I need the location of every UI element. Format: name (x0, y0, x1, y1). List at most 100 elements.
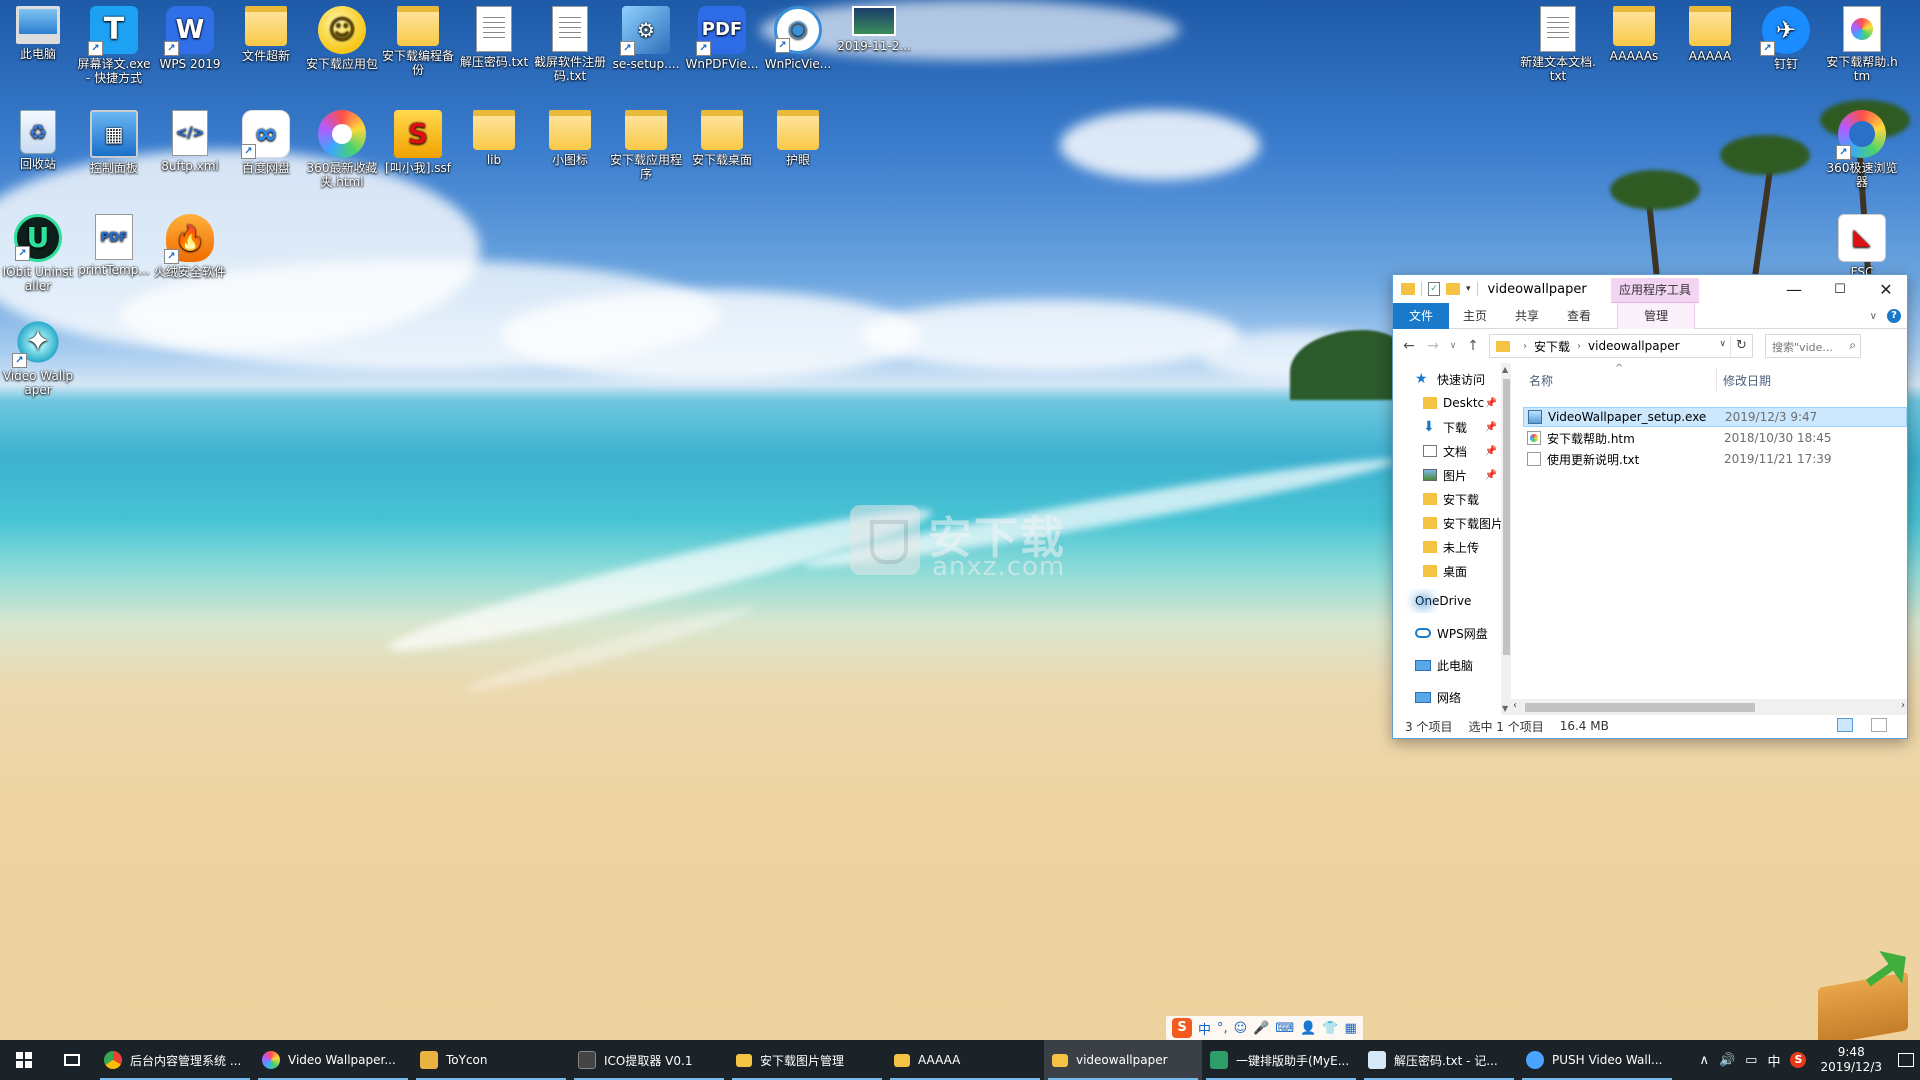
nav-item[interactable]: ⬇ 下载 📌 (1393, 415, 1501, 439)
desktop-icon[interactable]: 安下载帮助.htm (1824, 0, 1900, 83)
desktop-icon[interactable]: PDFWnPDFVie... (684, 0, 760, 71)
desktop-icon[interactable]: 安下载桌面 (684, 104, 760, 167)
desktop-icon[interactable]: 此电脑 (0, 0, 76, 61)
forward-arrow-icon[interactable]: → (1421, 338, 1445, 354)
navigation-pane-scrollbar[interactable]: ▲ ▼ (1501, 363, 1511, 715)
sogou-icon[interactable]: S (1172, 1018, 1192, 1038)
emoji-icon[interactable]: ☺ (1234, 1021, 1248, 1036)
start-button[interactable] (0, 1040, 48, 1080)
tab-view[interactable]: 查看 (1553, 303, 1605, 329)
desktop-icon[interactable]: 🔥火绒安全软件 (152, 208, 228, 279)
keyboard-icon[interactable]: ⌨ (1275, 1021, 1294, 1036)
taskbar-item[interactable]: PUSH Video Wall... (1518, 1040, 1676, 1080)
desktop-icon[interactable]: 2019-11-2... (836, 0, 912, 53)
sogou-tray-icon[interactable]: S (1790, 1052, 1807, 1068)
nav-item[interactable]: WPS网盘 (1393, 621, 1501, 645)
show-hidden-icons-chevron-icon[interactable]: ∧ (1699, 1053, 1709, 1068)
file-row[interactable]: 使用更新说明.txt 2019/11/21 17:39 (1523, 449, 1907, 469)
address-bar[interactable]: › 安下载 › videowallpaper ∨ ↻ (1489, 334, 1753, 358)
desktop-icon[interactable]: ✈钉钉 (1748, 0, 1824, 71)
desktop-icon[interactable]: </> 8uftp.xml (152, 104, 228, 173)
desktop-icon[interactable]: ◉ WnPicVie... (760, 0, 836, 71)
network-icon[interactable]: ▭ (1745, 1053, 1757, 1068)
details-view-button[interactable] (1837, 718, 1853, 732)
action-center-icon[interactable] (1898, 1053, 1914, 1067)
user-icon[interactable]: 👤 (1300, 1021, 1316, 1036)
horizontal-scrollbar[interactable]: ‹ › (1511, 699, 1907, 715)
nav-item[interactable]: 此电脑 (1393, 653, 1501, 677)
desktop-icon[interactable]: 安下载应用程序 (608, 104, 684, 181)
skin-icon[interactable]: 👕 (1322, 1021, 1338, 1036)
nav-item[interactable]: 网络 (1393, 685, 1501, 709)
desktop-icon[interactable]: 小图标 (532, 104, 608, 167)
divider[interactable] (1716, 367, 1717, 391)
chinese-mode-icon[interactable]: 中 (1198, 1019, 1211, 1038)
taskbar-item[interactable]: 安下载图片管理 (728, 1040, 886, 1080)
file-row[interactable]: 安下载帮助.htm 2018/10/30 18:45 (1523, 428, 1907, 448)
minimize-button[interactable]: — (1771, 275, 1817, 303)
taskbar-item[interactable]: ToYcon (412, 1040, 570, 1080)
taskbar-item[interactable]: videowallpaper (1044, 1040, 1202, 1080)
close-button[interactable]: ✕ (1863, 275, 1909, 303)
maximize-button[interactable]: ☐ (1817, 275, 1863, 303)
up-arrow-icon[interactable]: ↑ (1461, 338, 1485, 354)
desktop-icon[interactable]: T屏幕译文.exe - 快捷方式 (76, 0, 152, 85)
volume-icon[interactable]: 🔊 (1719, 1053, 1735, 1068)
back-arrow-icon[interactable]: ← (1397, 338, 1421, 354)
large-icons-view-button[interactable] (1871, 718, 1887, 732)
desktop-icon[interactable]: S [叫小我].ssf (380, 104, 456, 175)
tab-manage[interactable]: 管理 (1617, 302, 1696, 329)
desktop-icon[interactable]: U IObit Uninstaller (0, 208, 76, 293)
desktop-icon[interactable]: AAAAAs (1596, 0, 1672, 63)
new-folder-icon[interactable] (1446, 283, 1460, 295)
search-icon[interactable]: ⌕ (1849, 338, 1856, 353)
desktop-icon[interactable]: ∞ 百度网盘 (228, 104, 304, 175)
desktop-icon[interactable]: 安下载编程备份 (380, 0, 456, 77)
desktop-icon[interactable]: ☺ 安下载应用包 (304, 0, 380, 71)
tab-home[interactable]: 主页 (1449, 303, 1501, 329)
recent-locations-chevron-icon[interactable]: ∨ (1445, 341, 1461, 351)
desktop-icon[interactable]: 新建文本文档.txt (1520, 0, 1596, 83)
expand-ribbon-icon[interactable]: ∨ (1870, 311, 1877, 322)
task-view-button[interactable] (48, 1040, 96, 1080)
title-bar[interactable]: ✓ ▾ videowallpaper 应用程序工具 — ☐ ✕ (1393, 275, 1907, 303)
taskbar-item[interactable]: 一键排版助手(MyE... (1202, 1040, 1360, 1080)
breadcrumb-separator-icon[interactable]: › (1523, 341, 1527, 352)
tab-file[interactable]: 文件 (1393, 302, 1450, 329)
desktop-icon[interactable]: ◣ FSC (1824, 208, 1900, 279)
nav-item[interactable]: 安下载 (1393, 487, 1501, 511)
nav-item[interactable]: ★ 快速访问 (1393, 367, 1501, 391)
desktop-icon[interactable]: 截屏软件注册码.txt (532, 0, 608, 83)
desktop-icon[interactable]: ✦Video Wallpaper (0, 312, 76, 397)
toolbox-icon[interactable]: ▦ (1345, 1021, 1357, 1036)
desktop-icon[interactable]: 解压密码.txt (456, 0, 532, 69)
desktop-icon[interactable]: 360最新收藏夹.html (304, 104, 380, 189)
nav-item[interactable]: 文档 📌 (1393, 439, 1501, 463)
refresh-icon[interactable]: ↻ (1730, 335, 1752, 357)
column-date-modified[interactable]: 修改日期 (1723, 372, 1771, 389)
desktop-icon[interactable]: 360极速浏览器 (1824, 104, 1900, 189)
desktop-icon[interactable]: AAAAA (1672, 0, 1748, 63)
input-method-indicator[interactable]: 中 (1767, 1051, 1780, 1070)
file-row[interactable]: VideoWallpaper_setup.exe 2019/12/3 9:47 (1523, 407, 1907, 427)
address-dropdown-icon[interactable]: ∨ (1719, 339, 1726, 349)
taskbar-item[interactable]: Video Wallpaper... (254, 1040, 412, 1080)
properties-icon[interactable]: ✓ (1428, 282, 1440, 296)
desktop-icon[interactable]: ♻ 回收站 (0, 104, 76, 171)
nav-item[interactable]: 图片 📌 (1393, 463, 1501, 487)
desktop-icon[interactable]: ⚙se-setup.... (608, 0, 684, 71)
punctuation-icon[interactable]: °, (1217, 1021, 1228, 1036)
nav-item[interactable]: Desktc 📌 (1393, 391, 1501, 415)
tab-share[interactable]: 共享 (1501, 303, 1553, 329)
file-explorer-window[interactable]: ✓ ▾ videowallpaper 应用程序工具 — ☐ ✕ 文件 主页 共享… (1392, 274, 1908, 739)
help-icon[interactable]: ? (1887, 309, 1901, 323)
taskbar-item[interactable]: ICO提取器 V0.1 (570, 1040, 728, 1080)
nav-item[interactable]: 未上传 (1393, 535, 1501, 559)
column-name[interactable]: 名称 (1529, 372, 1553, 389)
taskbar-item[interactable]: 后台内容管理系统 ... (96, 1040, 254, 1080)
breadcrumb-separator-icon[interactable]: › (1577, 341, 1581, 352)
customize-quick-access-icon[interactable]: ▾ (1466, 284, 1471, 294)
clock[interactable]: 9:48 2019/12/3 (1820, 1045, 1882, 1075)
desktop-icon[interactable]: lib (456, 104, 532, 167)
nav-item[interactable]: OneDrive (1393, 589, 1501, 613)
